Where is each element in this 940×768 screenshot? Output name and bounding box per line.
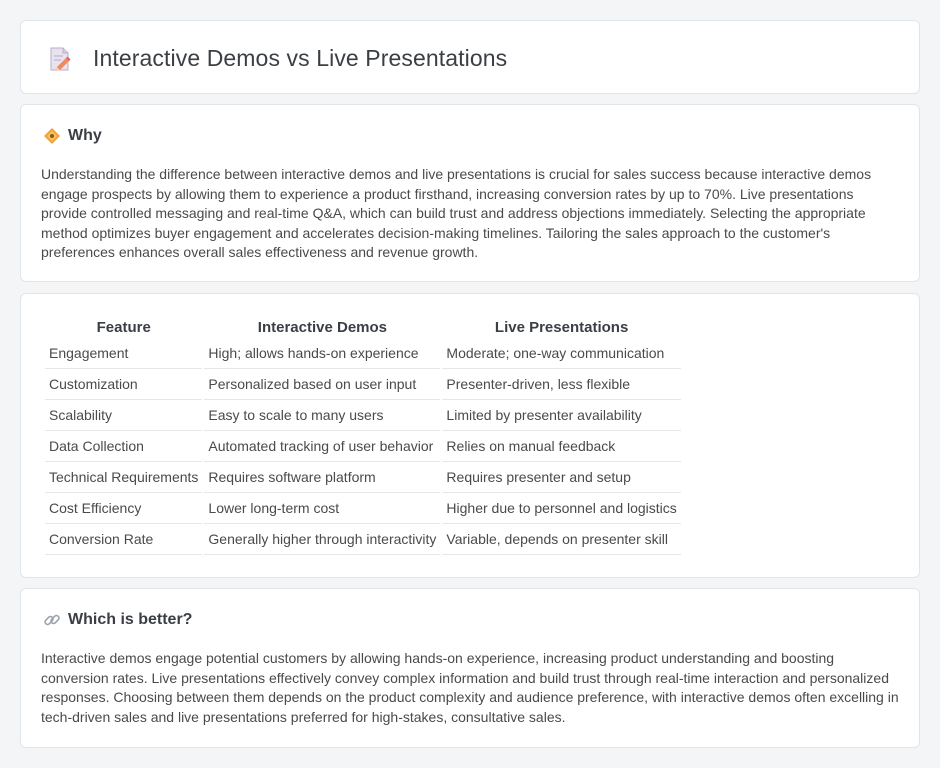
why-card: Why Understanding the difference between… [20, 104, 920, 282]
table-cell: Generally higher through interactivity [204, 524, 441, 555]
table-row: Cost Efficiency Lower long-term cost Hig… [45, 493, 681, 524]
table-cell: Easy to scale to many users [204, 400, 441, 431]
which-better-title: Which is better? [68, 611, 193, 628]
table-cell: Data Collection [45, 431, 203, 462]
comparison-card: Feature Interactive Demos Live Presentat… [20, 293, 920, 578]
why-heading: Why [43, 127, 102, 145]
table-cell: Variable, depends on presenter skill [442, 524, 681, 555]
table-row: Technical Requirements Requires software… [45, 462, 681, 493]
which-better-heading: Which is better? [43, 611, 192, 629]
table-row: Engagement High; allows hands-on experie… [45, 338, 681, 369]
which-better-card: Which is better? Interactive demos engag… [20, 588, 920, 748]
column-header-feature: Feature [96, 318, 151, 336]
table-cell: High; allows hands-on experience [204, 338, 441, 369]
table-header-row: Feature Interactive Demos Live Presentat… [45, 316, 681, 338]
which-better-text: Interactive demos engage potential custo… [41, 650, 899, 725]
table-cell: Conversion Rate [45, 524, 203, 555]
table-cell: Higher due to personnel and logistics [442, 493, 681, 524]
table-cell: Moderate; one-way communication [442, 338, 681, 369]
diamond-icon [44, 128, 60, 144]
table-cell: Lower long-term cost [204, 493, 441, 524]
why-text: Understanding the difference between int… [41, 166, 872, 261]
table-cell: Automated tracking of user behavior [204, 431, 441, 462]
table-cell: Requires software platform [204, 462, 441, 493]
comparison-table: Feature Interactive Demos Live Presentat… [43, 316, 683, 555]
table-row: Customization Personalized based on user… [45, 369, 681, 400]
table-cell: Personalized based on user input [204, 369, 441, 400]
document-pencil-icon [50, 47, 71, 71]
link-icon [44, 614, 60, 626]
page-title: Interactive Demos vs Live Presentations [93, 45, 508, 71]
column-header-live-presentations: Live Presentations [494, 318, 629, 336]
table-row: Scalability Easy to scale to many users … [45, 400, 681, 431]
table-cell: Technical Requirements [45, 462, 203, 493]
table-cell: Scalability [45, 400, 203, 431]
table-cell: Presenter-driven, less flexible [442, 369, 681, 400]
title-card: Interactive Demos vs Live Presentations [20, 20, 920, 94]
table-cell: Customization [45, 369, 203, 400]
table-cell: Relies on manual feedback [442, 431, 681, 462]
table-row: Conversion Rate Generally higher through… [45, 524, 681, 555]
why-title: Why [68, 127, 102, 144]
column-header-interactive-demos: Interactive Demos [257, 318, 388, 336]
table-cell: Cost Efficiency [45, 493, 203, 524]
table-cell: Requires presenter and setup [442, 462, 681, 493]
table-cell: Limited by presenter availability [442, 400, 681, 431]
table-cell: Engagement [45, 338, 203, 369]
table-row: Data Collection Automated tracking of us… [45, 431, 681, 462]
title-row: Interactive Demos vs Live Presentations [47, 45, 507, 72]
